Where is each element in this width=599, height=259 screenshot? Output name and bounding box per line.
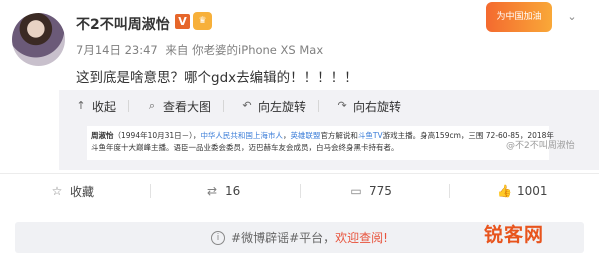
rotate-left-button[interactable]: ↶ 向左旋转 <box>240 98 320 115</box>
verified-badge-icon[interactable]: V <box>175 14 190 29</box>
snippet-link-city: 中华人民共和国上海市人 <box>200 131 283 140</box>
comment-button[interactable]: ▭ 775 <box>349 176 392 206</box>
encyclopedia-snippet: 周淑怡（1994年10月31日－），中华人民共和国上海市人，英雄联盟官方解说和斗… <box>87 126 554 160</box>
snippet-link-lol: 英雄联盟 <box>290 131 321 140</box>
avatar[interactable] <box>12 13 65 66</box>
snippet-link-douyu: 斗鱼TV <box>357 131 383 140</box>
media-panel: ↑ 收起 ⌕ 查看大图 ↶ 向左旋转 ↷ 向右旋转 周淑怡（1994年10月31… <box>59 90 599 170</box>
rotate-left-icon: ↶ <box>242 99 252 112</box>
image-preview[interactable]: 周淑怡（1994年10月31日－），中华人民共和国上海市人，英雄联盟官方解说和斗… <box>59 120 599 170</box>
rotate-right-label: 向右旋转 <box>353 99 402 114</box>
media-toolbar: ↑ 收起 ⌕ 查看大图 ↶ 向左旋转 ↷ 向右旋转 <box>59 94 401 118</box>
snippet-line-2: 斗鱼年度十大巅峰主播。语臣一品业委会委员，迈巴赫车友会成员，白马会终身黑卡持有者… <box>91 143 399 152</box>
rotate-right-button[interactable]: ↷ 向右旋转 <box>335 98 401 115</box>
author-name[interactable]: 不2不叫周淑怡 <box>76 14 170 34</box>
rumor-prefix: #微博辟谣#平台， <box>231 231 336 245</box>
toolbar-divider <box>318 100 320 112</box>
source-prefix: 来自 <box>165 43 189 57</box>
favorite-button[interactable]: ☆ 收藏 <box>50 176 94 206</box>
post-meta: 7月14日 23:47 来自 你老婆的iPhone XS Max <box>76 42 323 58</box>
site-watermark: 锐客网 <box>484 213 599 253</box>
member-crown-icon[interactable]: ♛ <box>193 12 212 30</box>
post-text: 这到底是啥意思？哪个gdx去编辑的！！！！！ <box>76 70 358 86</box>
post-source: 你老婆的iPhone XS Max <box>192 43 324 57</box>
snippet-text: 官方解说和 <box>320 131 358 140</box>
collapse-label: 收起 <box>92 99 117 114</box>
toolbar-divider <box>128 100 130 112</box>
snippet-line-1: 周淑怡（1994年10月31日－），中华人民共和国上海市人，英雄联盟官方解说和斗… <box>87 126 554 142</box>
collapse-up-icon: ↑ <box>76 99 86 112</box>
info-icon: i <box>211 230 226 245</box>
chevron-down-icon[interactable]: ⌄ <box>565 10 579 24</box>
post-timestamp[interactable]: 7月14日 23:47 <box>76 43 158 57</box>
image-watermark: @不2不叫周淑怡 <box>506 141 575 151</box>
divider <box>0 173 599 174</box>
snippet-name: 周淑怡 <box>91 131 114 140</box>
action-divider <box>300 184 301 198</box>
site-watermark-text: 锐客网 <box>484 223 545 246</box>
post-header: 不2不叫周淑怡 V ♛ 7月14日 23:47 来自 你老婆的iPhone XS… <box>0 0 599 92</box>
collapse-button[interactable]: ↑ 收起 <box>74 98 130 115</box>
rotate-left-label: 向左旋转 <box>258 99 307 114</box>
promo-badge[interactable]: 为中国加油 <box>486 2 552 32</box>
rotate-right-icon: ↷ <box>337 99 347 112</box>
star-icon: ☆ <box>51 184 63 198</box>
zoom-in-icon: ⌕ <box>148 99 156 112</box>
favorite-label: 收藏 <box>70 184 95 199</box>
view-large-label: 查看大图 <box>163 99 212 114</box>
action-divider <box>449 184 450 198</box>
thumbs-up-icon: 👍 <box>497 184 512 198</box>
like-button[interactable]: 👍 1001 <box>497 176 548 206</box>
comment-count: 775 <box>369 184 392 198</box>
rumor-link[interactable]: 欢迎查阅! <box>335 229 388 246</box>
action-divider <box>150 184 151 198</box>
toolbar-divider <box>223 100 225 112</box>
repost-count: 16 <box>225 184 241 198</box>
repost-button[interactable]: ⇄ 16 <box>205 176 240 206</box>
comment-icon: ▭ <box>350 184 362 198</box>
repost-icon: ⇄ <box>206 184 218 198</box>
snippet-birth: （1994年10月31日－）， <box>113 131 201 140</box>
view-large-button[interactable]: ⌕ 查看大图 <box>145 98 225 115</box>
like-count: 1001 <box>517 184 548 198</box>
